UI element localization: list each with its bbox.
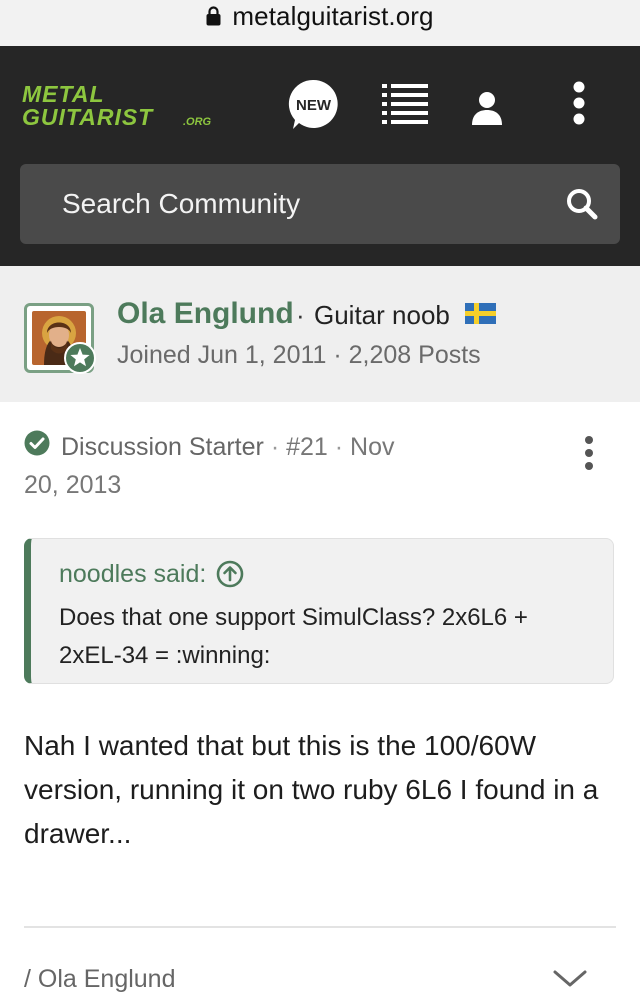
svg-text:NEW: NEW (296, 97, 332, 114)
author-name-link[interactable]: Ola Englund (117, 296, 294, 332)
site-logo[interactable]: METAL GUITARIST .ORG (20, 81, 225, 131)
author-info-panel (0, 266, 640, 402)
search-community-input[interactable]: Search Community (20, 164, 620, 244)
author-join-meta: Joined Jun 1, 2011 · 2,208 Posts (117, 341, 481, 369)
sweden-flag-icon (465, 303, 496, 324)
vertical-dots-icon (573, 81, 585, 125)
post-meta: Discussion Starter · #21 · Nov 20, 2013 (24, 433, 395, 499)
search-placeholder: Search Community (62, 188, 301, 219)
list-icon (382, 84, 428, 124)
signature-text: / Ola Englund (24, 965, 176, 993)
community-badge-icon (64, 342, 96, 374)
account-button[interactable] (469, 86, 505, 130)
more-menu-button[interactable] (564, 78, 594, 128)
browser-url-bar[interactable]: metalguitarist.org (0, 0, 640, 46)
post-number-link[interactable]: #21 (286, 433, 328, 461)
post-date-part1: Nov (350, 433, 395, 461)
quote-block: noodles said: Does that one support Simu… (24, 538, 614, 684)
new-posts-button[interactable]: NEW (287, 78, 340, 131)
svg-text:GUITARIST: GUITARIST (22, 104, 154, 130)
author-title: Guitar noob (314, 300, 450, 330)
quote-author-text: noodles said: (59, 560, 207, 588)
quote-text: Does that one support SimulClass? 2x6L6 … (59, 604, 528, 669)
post-body-text: Nah I wanted that but this is the 100/60… (24, 730, 599, 849)
post-date-part2: 20, 2013 (24, 471, 122, 499)
svg-text:.ORG: .ORG (183, 116, 212, 128)
lock-icon (206, 6, 221, 26)
chevron-down-icon[interactable] (552, 968, 588, 990)
signature-divider (24, 926, 616, 928)
user-icon (472, 92, 502, 125)
author-separator: · (296, 300, 305, 330)
url-text: metalguitarist.org (232, 1, 434, 31)
search-icon[interactable] (566, 188, 598, 220)
discussion-starter-label: Discussion Starter (61, 433, 264, 461)
quote-author-link[interactable]: noodles said: (59, 559, 244, 589)
arrow-up-circle-icon[interactable] (216, 560, 244, 588)
forum-list-button[interactable] (381, 82, 429, 126)
new-bubble-icon: NEW (288, 79, 338, 129)
post-options-icon[interactable] (578, 434, 600, 474)
